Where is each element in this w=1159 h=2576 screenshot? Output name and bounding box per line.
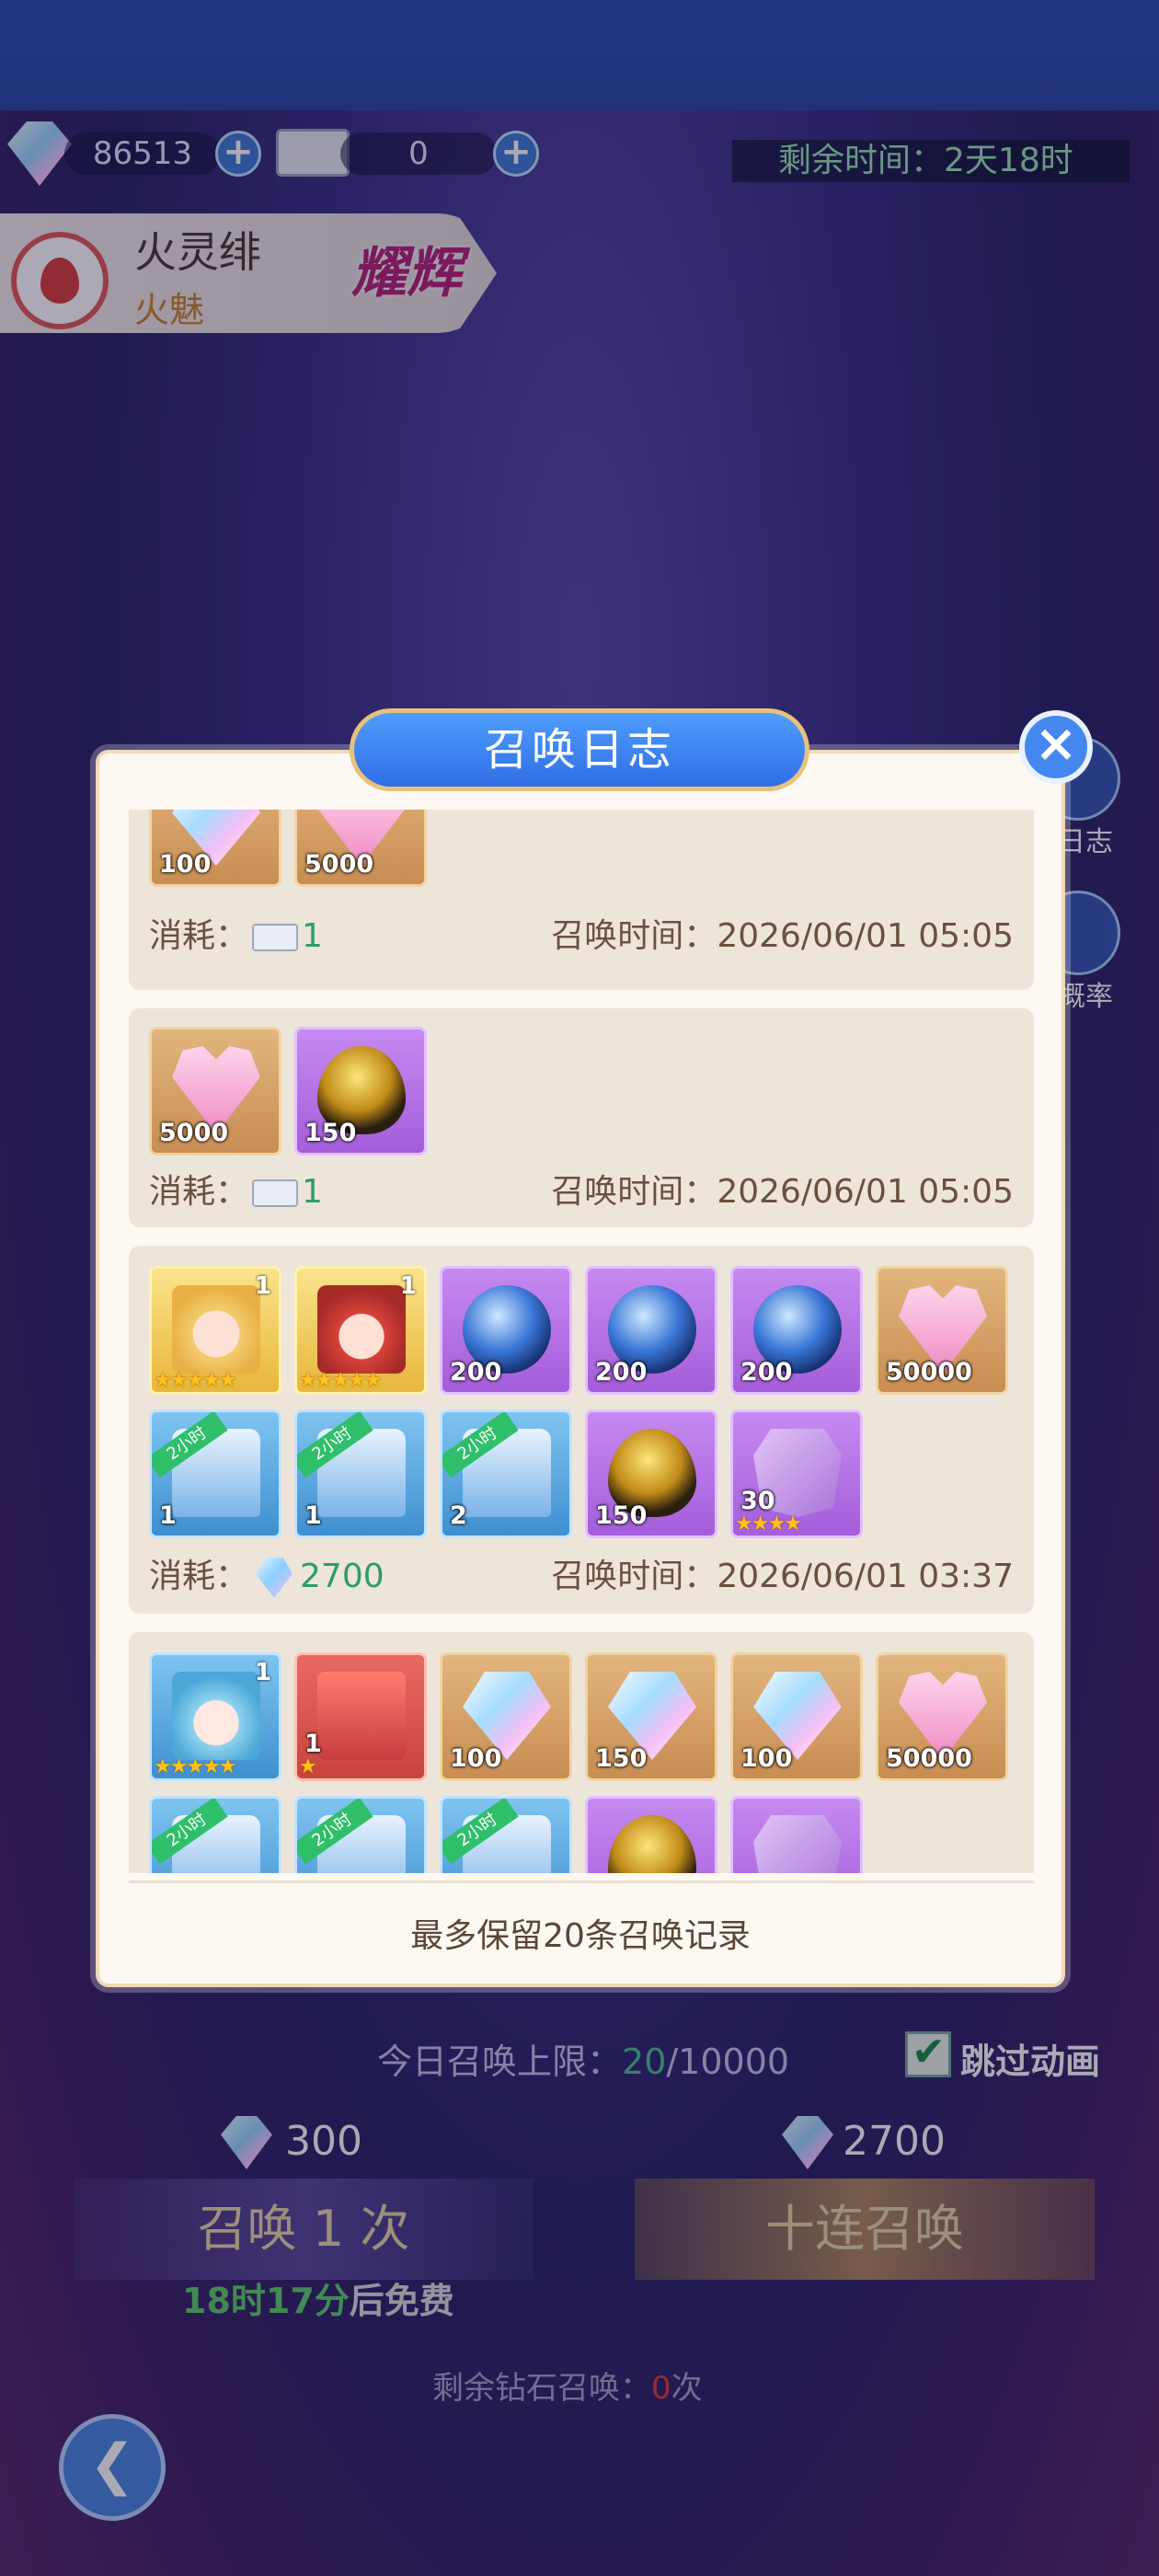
item-slot[interactable]: 30 <box>730 1796 863 1873</box>
cost-value: 1 <box>302 917 323 955</box>
list-divider <box>129 1880 1034 1883</box>
item-count: 100 <box>159 850 212 879</box>
five-star-rating: ★★★★★ <box>154 1755 237 1778</box>
record-limit-note: 最多保留20条召唤记录 <box>410 1917 751 1955</box>
item-count: 1 <box>254 1659 271 1686</box>
item-slot[interactable]: 2小时 <box>294 1796 427 1873</box>
item-count: 1 <box>399 1272 417 1300</box>
item-slot[interactable]: 2小时 1 <box>294 1409 427 1538</box>
time-value: 2026/06/01 05:05 <box>717 1173 1014 1211</box>
item-slot[interactable]: 5000 <box>294 810 427 887</box>
ticket-icon <box>252 1179 299 1207</box>
item-count: 1 <box>304 1501 322 1530</box>
item-count: 30 <box>740 1487 775 1515</box>
hero-portrait-icon <box>172 1672 260 1760</box>
cost-info: 消耗： 1 <box>149 909 323 957</box>
one-star-rating: ★ <box>299 1755 317 1778</box>
log-entry: 100 5000 消耗： 1 召唤时间：2026/06/01 05:05 <box>129 810 1034 990</box>
item-count: 5000 <box>159 1119 229 1147</box>
item-count: 5000 <box>304 850 374 879</box>
item-slot[interactable]: 100 <box>730 1652 863 1781</box>
time-label: 召唤时间： <box>551 1558 717 1595</box>
item-count: 100 <box>450 1744 502 1773</box>
close-button[interactable]: × <box>1019 710 1093 784</box>
log-entry: 5000 150 消耗： 1 召唤时间：2026/06/01 05:05 <box>129 1008 1034 1227</box>
five-star-rating: ★★★★★ <box>154 1369 237 1392</box>
cost-label: 消耗： <box>149 1558 249 1595</box>
hero-portrait-icon <box>317 1285 406 1374</box>
item-slot[interactable]: 1 ★ <box>294 1652 427 1781</box>
item-slot[interactable]: 100 <box>585 1796 717 1873</box>
cost-label: 消耗： <box>149 917 249 955</box>
time-label: 召唤时间： <box>551 917 717 955</box>
cost-label: 消耗： <box>149 1173 249 1211</box>
hero-portrait-icon <box>172 1285 260 1374</box>
log-entry: 1 ★★★★★ 1 ★ 100 150 100 50000 2小时 2小时 2小时 … <box>129 1632 1034 1873</box>
item-slot[interactable]: 200 <box>440 1266 572 1395</box>
time-value: 2026/06/01 05:05 <box>717 917 1014 955</box>
item-count: 200 <box>595 1358 648 1386</box>
four-star-rating: ★★★★ <box>735 1512 802 1535</box>
item-slot[interactable]: 5000 <box>149 1027 281 1156</box>
cost-info: 消耗： 2700 <box>149 1549 384 1598</box>
log-entry: 1 ★★★★★ 1 ★★★★★ 200 200 200 50000 2小时 1 2小时… <box>129 1246 1034 1614</box>
five-star-rating: ★★★★★ <box>299 1369 383 1392</box>
item-count: 50000 <box>886 1358 972 1386</box>
item-count: 150 <box>595 1744 648 1773</box>
item-slot[interactable]: 200 <box>585 1266 717 1395</box>
item-count: 200 <box>740 1358 793 1386</box>
item-slot[interactable]: 100 <box>149 810 281 887</box>
summon-log-list[interactable]: 100 5000 消耗： 1 召唤时间：2026/06/01 05:05 5000… <box>129 810 1034 1873</box>
item-count: 150 <box>304 1119 357 1147</box>
item-count: 2 <box>450 1501 467 1530</box>
item-slot[interactable]: 1 ★★★★★ <box>149 1266 281 1395</box>
item-slot[interactable]: 50000 <box>876 1652 1008 1781</box>
item-slot[interactable]: 50000 <box>876 1266 1008 1395</box>
item-count: 1 <box>159 1501 177 1530</box>
cost-info: 消耗： 1 <box>149 1165 323 1213</box>
time-label: 召唤时间： <box>551 1173 717 1211</box>
summon-time: 召唤时间：2026/06/01 05:05 <box>551 909 1014 957</box>
mystery-box-icon <box>317 1672 406 1760</box>
time-value: 2026/06/01 03:37 <box>717 1558 1014 1595</box>
diamond-icon <box>256 1558 293 1598</box>
item-slot[interactable]: 2小时 <box>149 1796 281 1873</box>
item-slot[interactable]: 2小时 <box>440 1796 572 1873</box>
golden-egg-icon <box>608 1815 696 1873</box>
item-slot[interactable]: 1 ★★★★★ <box>149 1652 281 1781</box>
cost-value: 1 <box>302 1173 323 1211</box>
item-slot[interactable]: 150 <box>294 1027 427 1156</box>
item-slot[interactable]: 200 <box>730 1266 863 1395</box>
item-count: 50000 <box>886 1744 972 1773</box>
item-slot[interactable]: 30 ★★★★ <box>730 1409 863 1538</box>
item-count: 1 <box>254 1272 271 1300</box>
dialog-title: 召唤日志 <box>350 708 809 791</box>
item-slot[interactable]: 1 ★★★★★ <box>294 1266 427 1395</box>
item-slot[interactable]: 150 <box>585 1409 717 1538</box>
item-slot[interactable]: 100 <box>440 1652 572 1781</box>
item-count: 200 <box>450 1358 502 1386</box>
item-slot[interactable]: 2小时 2 <box>440 1409 572 1538</box>
ticket-icon <box>252 924 299 951</box>
close-icon: × <box>1034 714 1078 774</box>
summon-time: 召唤时间：2026/06/01 05:05 <box>551 1165 1014 1213</box>
item-count: 150 <box>595 1501 648 1530</box>
item-count: 100 <box>740 1744 793 1773</box>
item-slot[interactable]: 150 <box>585 1652 717 1781</box>
hero-shard-icon <box>753 1815 842 1873</box>
item-slot[interactable]: 2小时 1 <box>149 1409 281 1538</box>
cost-value: 2700 <box>300 1558 384 1595</box>
summon-time: 召唤时间：2026/06/01 03:37 <box>551 1549 1014 1597</box>
item-count: 1 <box>304 1730 322 1758</box>
